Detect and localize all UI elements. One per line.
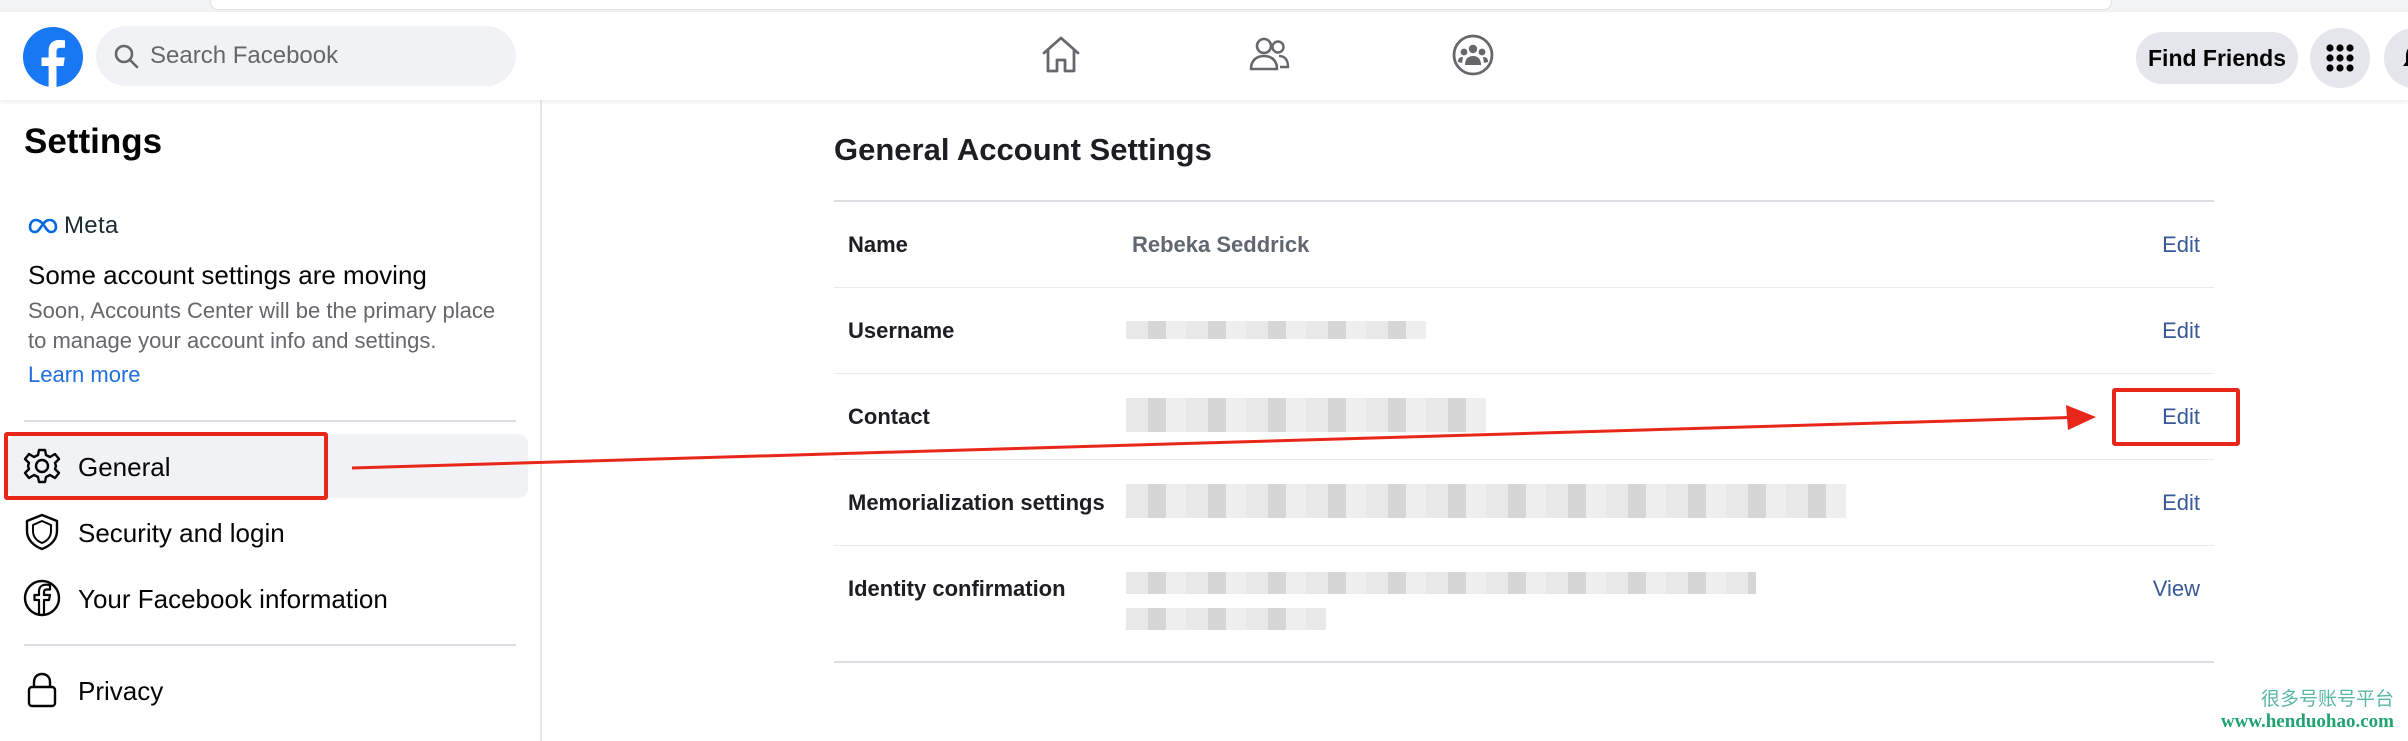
blurred-value — [1126, 398, 1486, 432]
annotation-box-general — [4, 432, 328, 500]
facebook-icon — [23, 579, 61, 617]
blurred-value — [1126, 572, 1756, 594]
settings-row-identity[interactable]: Identity confirmation View — [834, 546, 2214, 661]
lock-icon — [27, 672, 57, 708]
settings-row-contact[interactable]: Contact Edit — [834, 374, 2214, 460]
home-icon[interactable] — [1038, 32, 1084, 78]
learn-more-link[interactable]: Learn more — [28, 362, 141, 388]
menu-button[interactable] — [2310, 28, 2370, 88]
sidebar-item-facebook-information[interactable]: Your Facebook information — [8, 566, 528, 630]
notice-description: Soon, Accounts Center will be the primar… — [28, 298, 496, 353]
sidebar-item-label: Security and login — [78, 518, 285, 548]
edit-memorialization-link[interactable]: Edit — [2162, 490, 2200, 516]
settings-sidebar: Settings Meta Some account settings are … — [0, 100, 542, 741]
meta-logo: Meta — [28, 212, 119, 240]
watermark: 很多号账号平台 www.henduohao.com — [2221, 684, 2394, 733]
notifications-button[interactable] — [2384, 28, 2408, 88]
sidebar-title: Settings — [24, 122, 163, 161]
find-friends-button[interactable]: Find Friends — [2136, 32, 2298, 84]
watermark-text: 很多号账号平台 — [2260, 689, 2394, 710]
row-label: Name — [848, 232, 908, 257]
sidebar-item-security[interactable]: Security and login — [8, 500, 528, 564]
row-label: Memorialization settings — [848, 490, 1105, 515]
meta-label: Meta — [64, 212, 119, 239]
row-label: Identity confirmation — [848, 576, 1066, 601]
sidebar-divider — [24, 644, 516, 646]
sidebar-item-label: Privacy — [78, 676, 164, 706]
page-title: General Account Settings — [834, 132, 1212, 167]
sidebar-item-privacy[interactable]: Privacy — [8, 658, 528, 722]
browser-address-bar[interactable] — [210, 0, 2112, 10]
blurred-value — [1126, 608, 1326, 630]
menu-grid-icon — [2326, 44, 2354, 72]
edit-name-link[interactable]: Edit — [2162, 232, 2200, 258]
friends-icon[interactable] — [1246, 32, 1292, 78]
settings-table: Name Rebeka Seddrick Edit Username Edit … — [834, 200, 2214, 663]
notice-title: Some account settings are moving — [28, 260, 427, 290]
blurred-value — [1126, 484, 1846, 518]
blurred-value — [1126, 321, 1426, 339]
facebook-logo-icon[interactable] — [22, 26, 84, 88]
sidebar-item-label: Your Facebook information — [78, 584, 388, 614]
view-identity-link[interactable]: View — [2153, 576, 2200, 602]
watermark-url: www.henduohao.com — [2220, 711, 2394, 732]
meta-infinity-icon — [28, 218, 58, 234]
row-value: Rebeka Seddrick — [1132, 232, 1310, 257]
shield-icon — [25, 513, 59, 551]
row-label: Username — [848, 318, 955, 343]
search-input[interactable]: Search Facebook — [96, 26, 516, 86]
search-placeholder: Search Facebook — [150, 42, 339, 69]
settings-row-memorialization[interactable]: Memorialization settings Edit — [834, 460, 2214, 546]
edit-username-link[interactable]: Edit — [2162, 318, 2200, 344]
sidebar-divider — [24, 420, 516, 422]
settings-row-username[interactable]: Username Edit — [834, 288, 2214, 374]
settings-row-name[interactable]: Name Rebeka Seddrick Edit — [834, 202, 2214, 288]
annotation-box-contact-edit — [2112, 388, 2240, 446]
row-label: Contact — [848, 404, 930, 429]
groups-icon[interactable] — [1450, 32, 1496, 78]
top-navigation-bar: Search Facebook Find Friends — [0, 12, 2408, 100]
notifications-icon — [2403, 48, 2408, 66]
search-icon — [114, 44, 139, 69]
